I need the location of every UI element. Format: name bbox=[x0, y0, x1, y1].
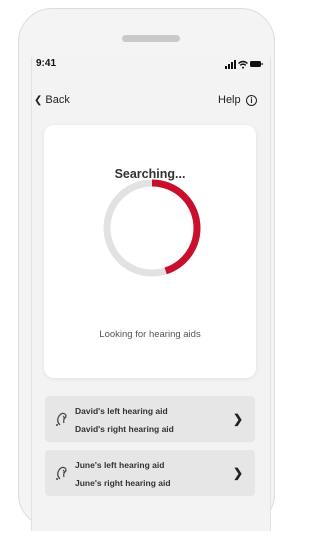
back-label: Back bbox=[45, 94, 70, 106]
help-button[interactable]: Help bbox=[218, 94, 241, 106]
search-card: Searching... Looking for hearing aids bbox=[44, 125, 256, 378]
search-spinner bbox=[103, 179, 201, 277]
phone-speaker bbox=[122, 35, 180, 42]
hearing-aid-icon bbox=[56, 412, 67, 426]
wifi-icon bbox=[238, 60, 248, 69]
device-item-june[interactable]: June's left hearing aid June's right hea… bbox=[45, 450, 255, 496]
status-icons bbox=[225, 60, 263, 69]
device-right-label: June's right hearing aid bbox=[75, 478, 171, 488]
hearing-aid-icon bbox=[56, 466, 67, 480]
chevron-left-icon: ❮ bbox=[34, 95, 43, 106]
device-right-label: David's right hearing aid bbox=[75, 424, 174, 434]
search-subtitle: Looking for hearing aids bbox=[99, 329, 201, 340]
status-time: 9:41 bbox=[36, 58, 57, 69]
device-item-david[interactable]: David's left hearing aid David's right h… bbox=[45, 396, 255, 442]
chevron-right-icon: ❯ bbox=[232, 412, 243, 426]
chevron-right-icon: ❯ bbox=[232, 466, 243, 480]
back-button[interactable]: ❮ Back bbox=[34, 94, 70, 106]
info-icon[interactable]: i bbox=[246, 95, 257, 106]
help-label: Help bbox=[218, 94, 241, 106]
signal-icon bbox=[225, 60, 236, 69]
device-left-label: June's left hearing aid bbox=[75, 460, 165, 470]
battery-icon bbox=[250, 61, 263, 67]
device-left-label: David's left hearing aid bbox=[75, 406, 168, 416]
